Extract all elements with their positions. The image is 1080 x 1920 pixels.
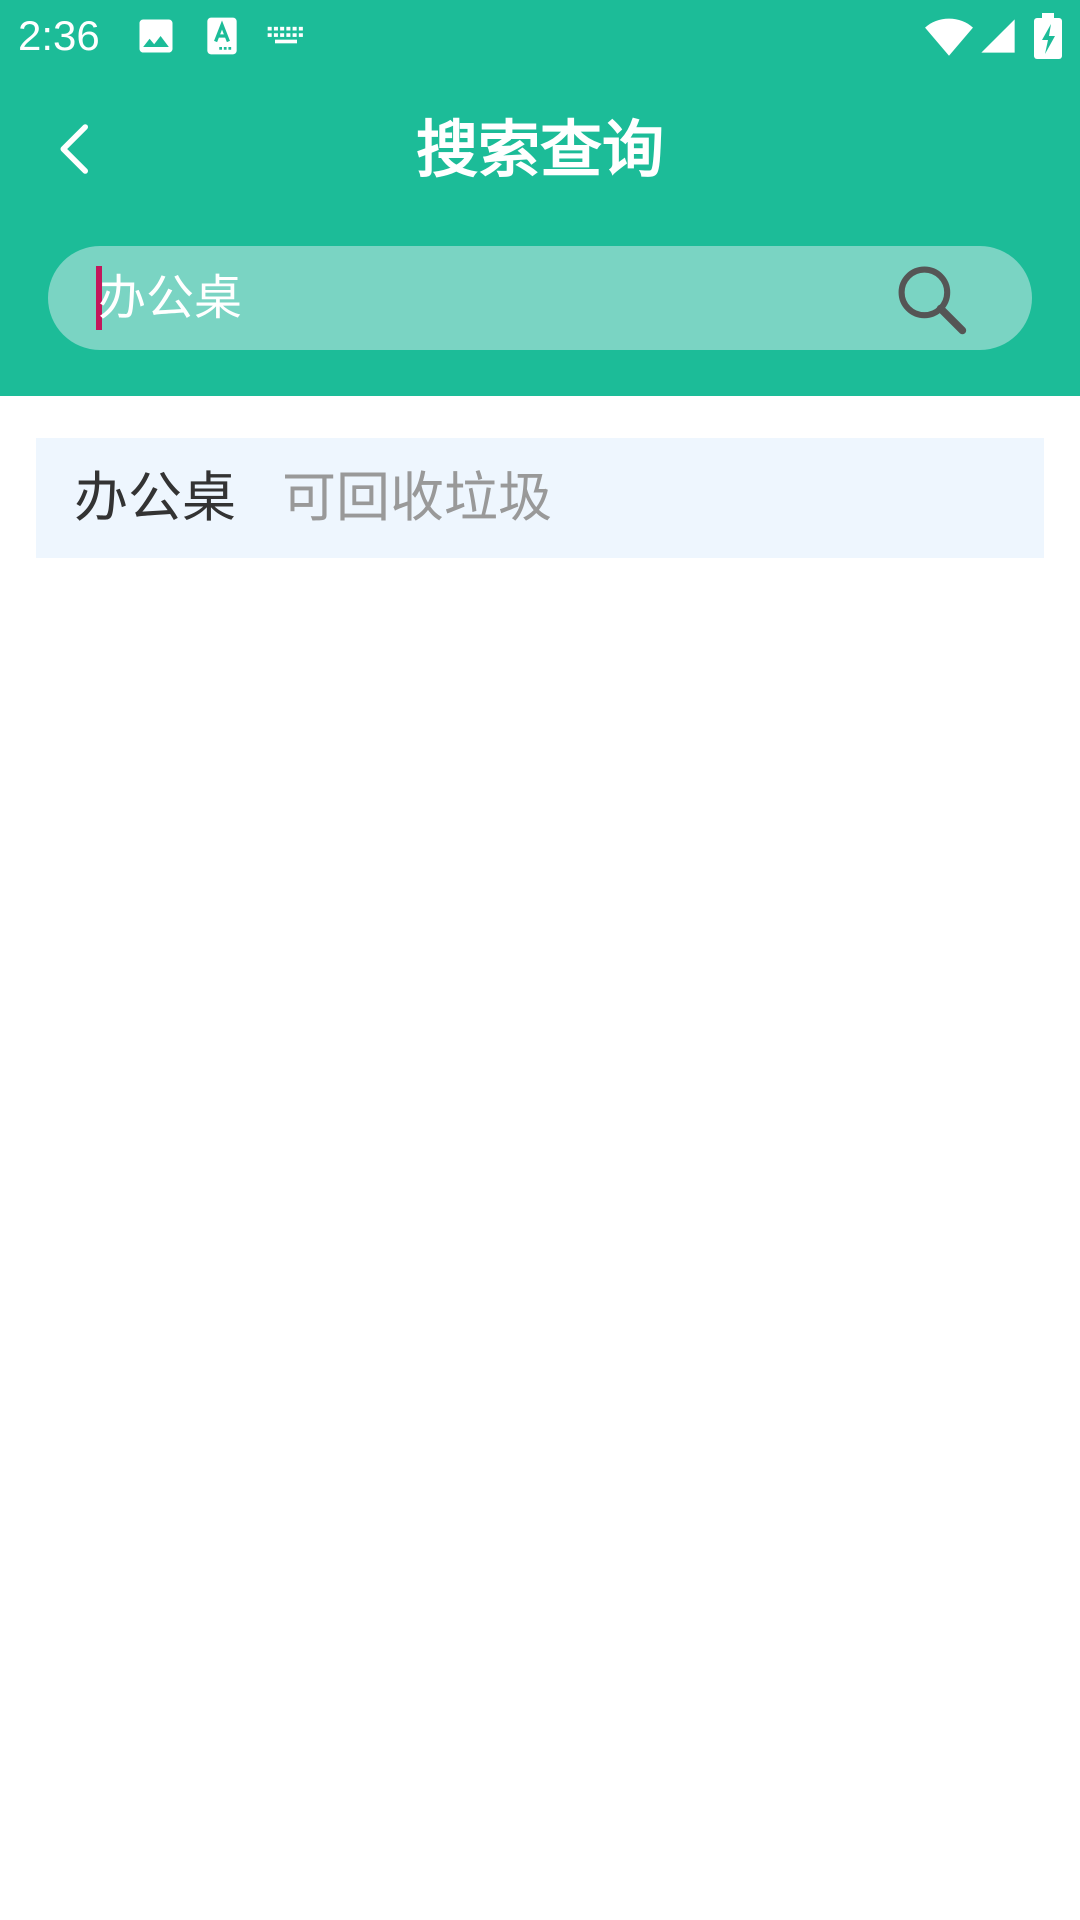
search-input[interactable]: 办公桌	[98, 254, 242, 342]
wifi-icon	[924, 12, 974, 62]
header: 2:36 搜索查询 办公桌	[0, 0, 1080, 396]
search-bar: 办公桌	[48, 246, 1032, 350]
status-bar: 2:36	[0, 0, 1080, 72]
search-icon	[898, 266, 967, 335]
text-cursor	[96, 266, 102, 330]
cellular-signal-icon	[978, 16, 1018, 56]
result-item-category: 可回收垃圾	[282, 466, 552, 529]
status-time: 2:36	[18, 12, 100, 59]
keyboard-icon	[264, 14, 308, 58]
results-list: 办公桌 可回收垃圾	[36, 438, 1044, 558]
list-item[interactable]: 办公桌 可回收垃圾	[36, 438, 1044, 558]
result-item-name: 办公桌	[74, 466, 236, 529]
search-button[interactable]	[894, 262, 970, 338]
battery-charging-icon	[1030, 12, 1066, 60]
app-screen: 2:36 搜索查询 办公桌 办公桌 可回收垃圾	[0, 0, 1080, 1920]
text-recognition-icon	[200, 14, 244, 58]
page-title: 搜索查询	[415, 113, 664, 186]
image-icon	[134, 14, 178, 58]
